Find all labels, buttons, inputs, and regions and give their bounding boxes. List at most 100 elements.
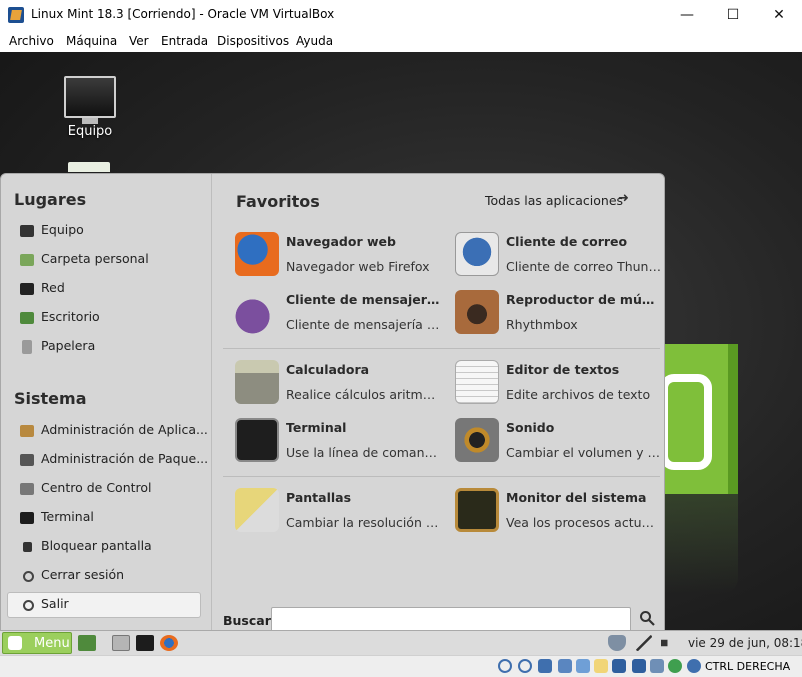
favorite-app[interactable]: Terminal Use la línea de comandos xyxy=(235,416,445,466)
app-name: Calculadora xyxy=(286,362,370,377)
usb-icon[interactable] xyxy=(576,659,590,673)
menu-archivo[interactable]: Archivo xyxy=(9,34,54,48)
system-lock-screen[interactable]: Bloquear pantalla xyxy=(7,534,201,560)
system-label: Bloquear pantalla xyxy=(41,538,152,553)
arrow-right-icon[interactable]: ➜ xyxy=(618,191,629,206)
desktop-icon-label[interactable]: Equipo xyxy=(50,124,130,139)
place-equipo[interactable]: Equipo xyxy=(7,218,201,244)
system-label: Terminal xyxy=(41,509,94,524)
app-description: Realice cálculos aritméti... xyxy=(286,387,441,402)
close-button[interactable]: ✕ xyxy=(756,0,802,30)
place-label: Red xyxy=(41,280,65,295)
video-capture-icon[interactable] xyxy=(632,659,646,673)
optical-drive-icon[interactable] xyxy=(518,659,532,673)
menu-button-label: Menu xyxy=(34,636,70,651)
window-title: Linux Mint 18.3 [Corriendo] - Oracle VM … xyxy=(31,7,335,21)
search-icon[interactable] xyxy=(639,610,655,628)
app-name: Sonido xyxy=(506,420,555,435)
display-icon[interactable] xyxy=(612,659,626,673)
app-name: Terminal xyxy=(286,420,347,435)
app-name: Editor de textos xyxy=(506,362,620,377)
virtualbox-icon xyxy=(8,7,24,23)
favorite-app[interactable]: Pantallas Cambiar la resolución y ... xyxy=(235,486,445,536)
clock[interactable]: vie 29 de jun, 08:18 xyxy=(688,636,802,650)
menu-ver[interactable]: Ver xyxy=(129,34,149,48)
menu-entrada[interactable]: Entrada xyxy=(161,34,208,48)
title-bar: Linux Mint 18.3 [Corriendo] - Oracle VM … xyxy=(0,0,802,30)
app-description: Edite archivos de texto xyxy=(506,387,651,402)
minimize-button[interactable]: — xyxy=(664,0,710,30)
hard-disk-icon[interactable] xyxy=(498,659,512,673)
power-icon xyxy=(23,600,34,611)
system-monitor-icon xyxy=(455,488,499,532)
file-manager-icon[interactable] xyxy=(112,635,130,651)
show-desktop-icon[interactable] xyxy=(78,635,96,651)
home-folder-icon xyxy=(20,254,34,266)
menu-maquina[interactable]: Máquina xyxy=(66,34,117,48)
start-menu: Lugares Equipo Carpeta personal Red Escr… xyxy=(0,173,665,633)
mint-logo-icon xyxy=(8,636,22,650)
app-description: Cambiar la resolución y ... xyxy=(286,515,441,530)
software-manager-icon xyxy=(20,425,34,437)
app-name: Pantallas xyxy=(286,490,352,505)
status-bar: CTRL DERECHA xyxy=(0,655,802,677)
system-control-center[interactable]: Centro de Control xyxy=(7,476,201,502)
all-applications-link[interactable]: Todas las aplicaciones xyxy=(485,193,623,208)
mouse-integration-icon[interactable] xyxy=(668,659,682,673)
app-description: Rhythmbox xyxy=(506,317,578,332)
terminal-icon[interactable] xyxy=(136,635,154,651)
menu-bar: Archivo Máquina Ver Entrada Dispositivos… xyxy=(0,30,802,52)
network-icon[interactable] xyxy=(558,659,572,673)
shared-folder-icon[interactable] xyxy=(594,659,608,673)
menu-left-pane: Lugares Equipo Carpeta personal Red Escr… xyxy=(1,174,212,632)
menu-button[interactable]: Menu xyxy=(2,632,72,654)
system-software-manager[interactable]: Administración de Aplica... xyxy=(7,418,208,444)
favorite-app[interactable]: Cliente de mensajería ... Cliente de men… xyxy=(235,288,445,338)
favorite-app[interactable]: Editor de textos Edite archivos de texto xyxy=(455,358,665,408)
favorite-app[interactable]: Cliente de correo Cliente de correo Thun… xyxy=(455,230,665,280)
app-name: Navegador web xyxy=(286,234,396,249)
control-center-icon xyxy=(20,483,34,495)
system-label: Administración de Paque... xyxy=(41,451,209,466)
menu-dispositivos[interactable]: Dispositivos xyxy=(217,34,289,48)
shield-icon[interactable] xyxy=(608,635,626,651)
arrow-icon[interactable] xyxy=(687,659,701,673)
place-red[interactable]: Red xyxy=(7,276,201,302)
favorite-app[interactable]: Sonido Cambiar el volumen y lo... xyxy=(455,416,665,466)
guest-panel: Menu vie 29 de jun, 08:18 xyxy=(0,630,802,655)
app-description: Cliente de mensajería d... xyxy=(286,317,441,332)
system-logout[interactable]: Cerrar sesión xyxy=(7,563,201,589)
computer-icon[interactable] xyxy=(64,76,116,124)
favorites-title: Favoritos xyxy=(236,192,320,211)
favorite-app[interactable]: Navegador web Navegador web Firefox xyxy=(235,230,445,280)
place-label: Escritorio xyxy=(41,309,100,324)
system-quit[interactable]: Salir xyxy=(7,592,201,618)
app-description: Cambiar el volumen y lo... xyxy=(506,445,661,460)
app-name: Reproductor de música xyxy=(506,292,661,307)
place-escritorio[interactable]: Escritorio xyxy=(7,305,201,331)
place-carpeta-personal[interactable]: Carpeta personal xyxy=(7,247,201,273)
favorite-app[interactable]: Monitor del sistema Vea los procesos act… xyxy=(455,486,665,536)
audio-icon[interactable] xyxy=(538,659,552,673)
system-label: Salir xyxy=(41,596,69,611)
lock-icon xyxy=(23,542,32,552)
trash-icon xyxy=(22,340,32,354)
menu-ayuda[interactable]: Ayuda xyxy=(296,34,333,48)
cpu-icon[interactable] xyxy=(650,659,664,673)
place-papelera[interactable]: Papelera xyxy=(7,334,201,360)
network-icon[interactable] xyxy=(636,635,652,651)
app-description: Use la línea de comandos xyxy=(286,445,441,460)
folder-icon[interactable] xyxy=(68,162,110,172)
place-label: Carpeta personal xyxy=(41,251,149,266)
logout-icon xyxy=(23,571,34,582)
favorite-app[interactable]: Reproductor de música Rhythmbox xyxy=(455,288,665,338)
system-label: Cerrar sesión xyxy=(41,567,125,582)
volume-icon[interactable] xyxy=(661,635,673,651)
firefox-icon[interactable] xyxy=(160,635,178,651)
pidgin-icon xyxy=(235,290,279,334)
maximize-button[interactable]: ☐ xyxy=(710,0,756,30)
system-terminal[interactable]: Terminal xyxy=(7,505,201,531)
system-package-manager[interactable]: Administración de Paque... xyxy=(7,447,208,473)
favorite-app[interactable]: Calculadora Realice cálculos aritméti... xyxy=(235,358,445,408)
speaker-icon xyxy=(455,290,499,334)
